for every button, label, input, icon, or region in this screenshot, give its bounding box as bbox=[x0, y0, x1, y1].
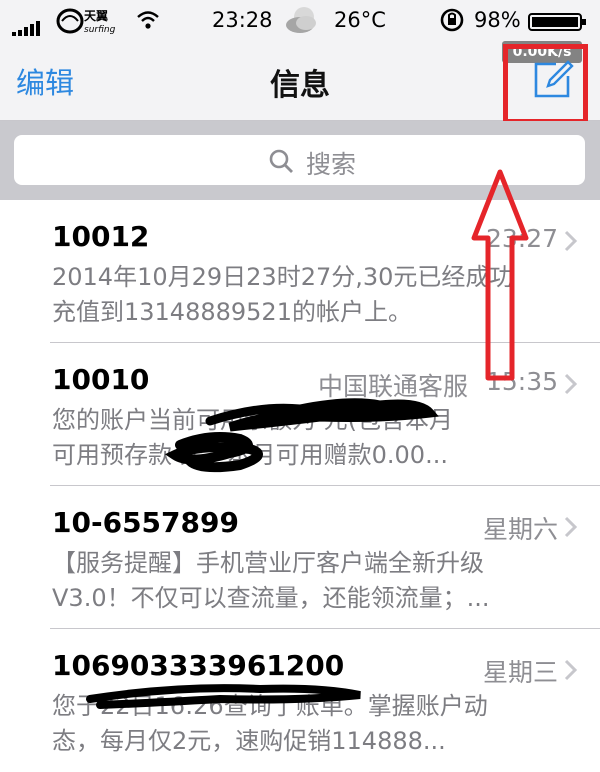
message-time: 23:27 bbox=[485, 224, 558, 253]
wifi-icon bbox=[137, 11, 159, 29]
status-temperature: 26°C bbox=[334, 8, 386, 32]
list-item[interactable]: 10-6557899 星期六 【服务提醒】手机营业厅客户端全新升级 V3.0！不… bbox=[0, 486, 600, 629]
message-sender: 10010 bbox=[52, 363, 150, 396]
chevron-right-icon bbox=[564, 230, 578, 252]
status-time: 23:28 bbox=[212, 8, 273, 32]
annotation-highlight-box bbox=[503, 44, 588, 124]
rotation-lock-icon bbox=[440, 8, 464, 32]
message-preview: 2014年10月29日23时27分,30元已经成功 充值到13148889521… bbox=[52, 263, 514, 326]
message-sender-label: 中国联通客服 bbox=[317, 372, 468, 401]
message-time: 星期六 bbox=[482, 515, 558, 544]
message-preview: 您的账户当前可用余额为 元(包含本月 可用预存款 元，本月可用赠款0.00... bbox=[52, 406, 453, 469]
message-preview: 【服务提醒】手机营业厅客户端全新升级 V3.0！不仅可以查流量，还能领流量；..… bbox=[52, 549, 490, 612]
status-bar: 天翼 surfing 23:28 26°C 98% bbox=[0, 0, 600, 40]
chevron-right-icon bbox=[564, 373, 578, 395]
list-item[interactable]: 106903333961200 星期三 您于22日16:26查询了账单。掌握账户… bbox=[0, 629, 600, 772]
search-icon bbox=[269, 149, 293, 173]
svg-text:surfing: surfing bbox=[84, 25, 116, 35]
battery-percent: 98% bbox=[474, 8, 521, 32]
search-placeholder: 搜索 bbox=[306, 150, 357, 179]
battery-icon bbox=[528, 13, 586, 31]
search-input[interactable]: 搜索 bbox=[14, 135, 585, 185]
message-sender: 106903333961200 bbox=[52, 649, 345, 682]
signal-strength-icon bbox=[12, 12, 42, 36]
message-time: 15:35 bbox=[485, 367, 558, 396]
list-item[interactable]: 10012 23:27 2014年10月29日23时27分,30元已经成功 充值… bbox=[0, 200, 600, 343]
message-sender: 10012 bbox=[52, 220, 150, 253]
carrier-logo-icon: 天翼 surfing bbox=[56, 8, 116, 35]
list-item[interactable]: 10010 中国联通客服 15:35 您的账户当前可用余额为 元(包含本月 可用… bbox=[0, 343, 600, 486]
cloudy-weather-icon bbox=[286, 7, 316, 33]
chevron-right-icon bbox=[564, 659, 578, 681]
chevron-right-icon bbox=[564, 516, 578, 538]
search-area: 搜索 bbox=[0, 121, 600, 200]
message-sender: 10-6557899 bbox=[52, 506, 239, 539]
message-time: 星期三 bbox=[482, 658, 558, 687]
svg-text:天翼: 天翼 bbox=[84, 9, 108, 23]
message-preview: 您于22日16:26查询了账单。掌握账户动 态，每月仅2元，速购促销114888… bbox=[52, 692, 488, 755]
